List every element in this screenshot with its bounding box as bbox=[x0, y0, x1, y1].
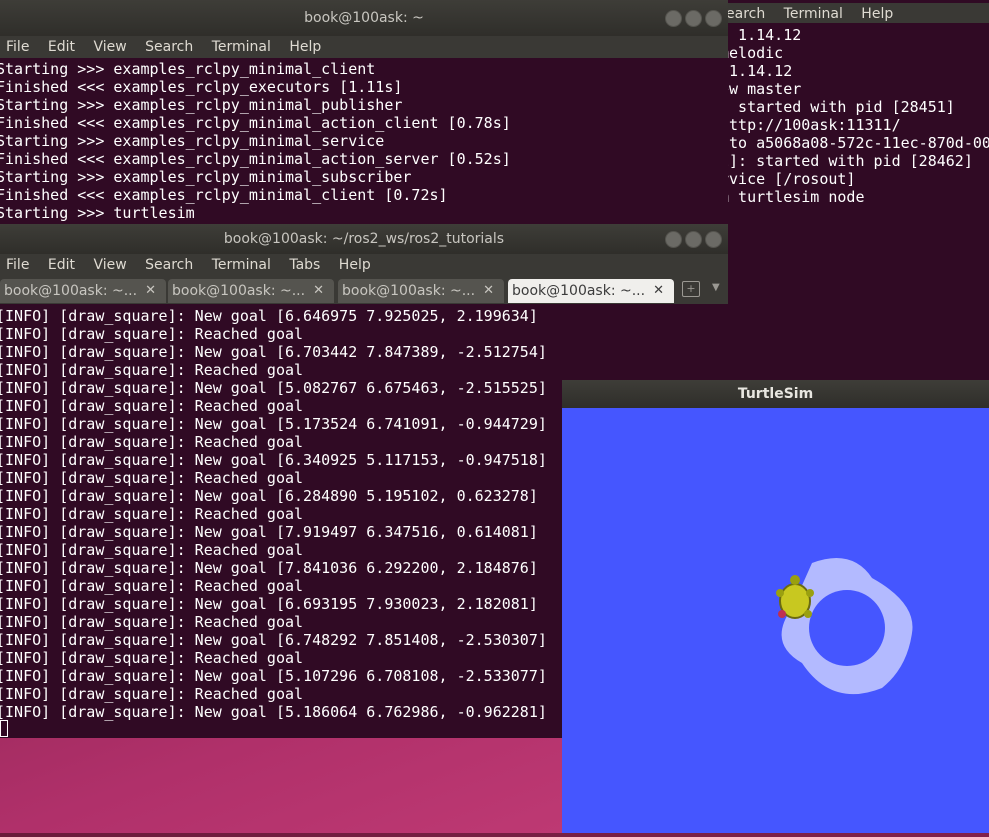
trail-inner-gap bbox=[809, 590, 885, 666]
minimize-button[interactable] bbox=[665, 10, 682, 27]
terminal-line: [INFO] [draw_square]: New goal [5.082767… bbox=[0, 379, 547, 397]
terminal-line: [INFO] [draw_square]: Reached goal bbox=[0, 685, 304, 703]
terminal-line: melodic bbox=[720, 44, 784, 62]
terminal-line: [INFO] [draw_square]: New goal [7.919497… bbox=[0, 523, 538, 541]
terminal-line: 1]: started with pid [28462] bbox=[720, 152, 973, 170]
window-title: book@100ask: ~ bbox=[0, 0, 728, 36]
menu-view[interactable]: View bbox=[93, 39, 126, 55]
turtlesim-canvas bbox=[562, 408, 989, 833]
terminal-line: ew master bbox=[720, 80, 802, 98]
menu-help[interactable]: Help bbox=[339, 257, 371, 273]
menu-help[interactable]: Help bbox=[861, 6, 893, 22]
menubar: File Edit View Search Terminal Tabs Help bbox=[0, 254, 728, 276]
terminal-line: Starting >>> examples_rclpy_minimal_publ… bbox=[0, 96, 403, 114]
terminal-output: [INFO] [draw_square]: New goal [6.646975… bbox=[0, 307, 547, 721]
terminal-line: Finished <<< examples_rclpy_minimal_clie… bbox=[0, 186, 448, 204]
minimize-button[interactable] bbox=[665, 231, 682, 248]
menubar: File Edit View Search Terminal Help bbox=[0, 36, 728, 58]
background-menubar: earch Terminal Help bbox=[720, 3, 989, 23]
terminal-line: 1.14.12 bbox=[720, 62, 793, 80]
terminal-line: [INFO] [draw_square]: Reached goal bbox=[0, 505, 304, 523]
menu-view[interactable]: View bbox=[93, 257, 126, 273]
close-button[interactable] bbox=[705, 10, 722, 27]
terminal-window-build[interactable]: book@100ask: ~ File Edit View Search Ter… bbox=[0, 0, 728, 224]
terminal-line: [INFO] [draw_square]: Reached goal bbox=[0, 649, 304, 667]
window-title: book@100ask: ~/ros2_ws/ros2_tutorials bbox=[0, 224, 728, 254]
close-tab-icon[interactable]: ✕ bbox=[653, 279, 664, 303]
tab-label: book@100ask: ~... bbox=[172, 283, 306, 299]
menu-file[interactable]: File bbox=[6, 257, 29, 273]
menu-search[interactable]: earch bbox=[726, 6, 765, 22]
menu-search[interactable]: Search bbox=[145, 257, 193, 273]
turtlesim-title: TurtleSim bbox=[562, 380, 989, 408]
terminal-line: rvice [/rosout] bbox=[720, 170, 856, 188]
tab-label: book@100ask: ~... bbox=[512, 283, 646, 299]
menu-terminal[interactable]: Terminal bbox=[212, 39, 271, 55]
close-button[interactable] bbox=[705, 231, 722, 248]
terminal-line: Finished <<< examples_rclpy_minimal_acti… bbox=[0, 150, 511, 168]
terminal-line: [INFO] [draw_square]: New goal [6.284890… bbox=[0, 487, 538, 505]
tab-list-chevron-icon[interactable]: ▼ bbox=[712, 282, 720, 293]
terminal-line: [INFO] [draw_square]: Reached goal bbox=[0, 361, 304, 379]
terminal-line: [INFO] [draw_square]: New goal [7.841036… bbox=[0, 559, 538, 577]
terminal-line: [INFO] [draw_square]: New goal [5.186064… bbox=[0, 703, 547, 721]
terminal-line: [INFO] [draw_square]: Reached goal bbox=[0, 469, 304, 487]
menu-tabs[interactable]: Tabs bbox=[289, 257, 320, 273]
terminal-line: [INFO] [draw_square]: New goal [5.173524… bbox=[0, 415, 547, 433]
terminal-line: Finished <<< examples_rclpy_executors [1… bbox=[0, 78, 403, 96]
terminal-line: Starting >>> examples_rclpy_minimal_subs… bbox=[0, 168, 412, 186]
background-terminal-window[interactable]: earch Terminal Help n 1.14.12 melodic 1.1… bbox=[720, 0, 989, 380]
menu-terminal[interactable]: Terminal bbox=[784, 6, 843, 22]
terminal-cursor bbox=[0, 720, 8, 737]
terminal-line: [INFO] [draw_square]: New goal [6.340925… bbox=[0, 451, 547, 469]
terminal-line: m turtlesim node bbox=[720, 188, 865, 206]
menu-file[interactable]: File bbox=[6, 39, 29, 55]
tab-bar: book@100ask: ~... ✕ book@100ask: ~... ✕ … bbox=[0, 276, 728, 304]
terminal-line: [INFO] [draw_square]: New goal [6.748292… bbox=[0, 631, 547, 649]
new-tab-icon[interactable]: + bbox=[682, 281, 700, 297]
terminal-line: [INFO] [draw_square]: New goal [6.703442… bbox=[0, 343, 547, 361]
terminal-output: Starting >>> examples_rclpy_minimal_clie… bbox=[0, 60, 511, 222]
terminal-line: : started with pid [28451] bbox=[720, 98, 955, 116]
menu-edit[interactable]: Edit bbox=[48, 257, 75, 273]
menu-help[interactable]: Help bbox=[289, 39, 321, 55]
terminal-line: Starting >>> turtlesim bbox=[0, 204, 195, 222]
terminal-line: http://100ask:11311/ bbox=[720, 116, 901, 134]
maximize-button[interactable] bbox=[685, 231, 702, 248]
terminal-line: Finished <<< examples_rclpy_minimal_acti… bbox=[0, 114, 511, 132]
terminal-line: [INFO] [draw_square]: Reached goal bbox=[0, 613, 304, 631]
maximize-button[interactable] bbox=[685, 10, 702, 27]
tab-label: book@100ask: ~... bbox=[342, 283, 476, 299]
close-tab-icon[interactable]: ✕ bbox=[145, 279, 156, 303]
terminal-line: [INFO] [draw_square]: Reached goal bbox=[0, 397, 304, 415]
terminal-line: n 1.14.12 bbox=[720, 26, 802, 44]
terminal-line: [INFO] [draw_square]: New goal [6.693195… bbox=[0, 595, 538, 613]
terminal-line: [INFO] [draw_square]: Reached goal bbox=[0, 577, 304, 595]
terminal-line: [INFO] [draw_square]: New goal [5.107296… bbox=[0, 667, 547, 685]
menu-search[interactable]: Search bbox=[145, 39, 193, 55]
terminal-line: to a5068a08-572c-11ec-870d-00 bbox=[720, 134, 989, 152]
terminal-line: [INFO] [draw_square]: Reached goal bbox=[0, 541, 304, 559]
terminal-line: [INFO] [draw_square]: Reached goal bbox=[0, 325, 304, 343]
menu-terminal[interactable]: Terminal bbox=[212, 257, 271, 273]
tab-3[interactable]: book@100ask: ~... ✕ bbox=[338, 279, 504, 303]
turtle-drawing bbox=[776, 558, 913, 695]
tab-4[interactable]: book@100ask: ~... ✕ bbox=[508, 279, 674, 303]
terminal-line: Starting >>> examples_rclpy_minimal_clie… bbox=[0, 60, 376, 78]
close-tab-icon[interactable]: ✕ bbox=[483, 279, 494, 303]
turtlesim-window[interactable]: TurtleSim bbox=[562, 380, 989, 833]
menu-edit[interactable]: Edit bbox=[48, 39, 75, 55]
tab-2[interactable]: book@100ask: ~... ✕ bbox=[168, 279, 334, 303]
tab-1[interactable]: book@100ask: ~... ✕ bbox=[0, 279, 166, 303]
terminal-line: [INFO] [draw_square]: New goal [6.646975… bbox=[0, 307, 538, 325]
terminal-line: [INFO] [draw_square]: Reached goal bbox=[0, 433, 304, 451]
background-terminal-output: n 1.14.12 melodic 1.14.12 ew master: start… bbox=[720, 26, 989, 206]
close-tab-icon[interactable]: ✕ bbox=[313, 279, 324, 303]
tab-label: book@100ask: ~... bbox=[4, 283, 138, 299]
terminal-line: Starting >>> examples_rclpy_minimal_serv… bbox=[0, 132, 385, 150]
